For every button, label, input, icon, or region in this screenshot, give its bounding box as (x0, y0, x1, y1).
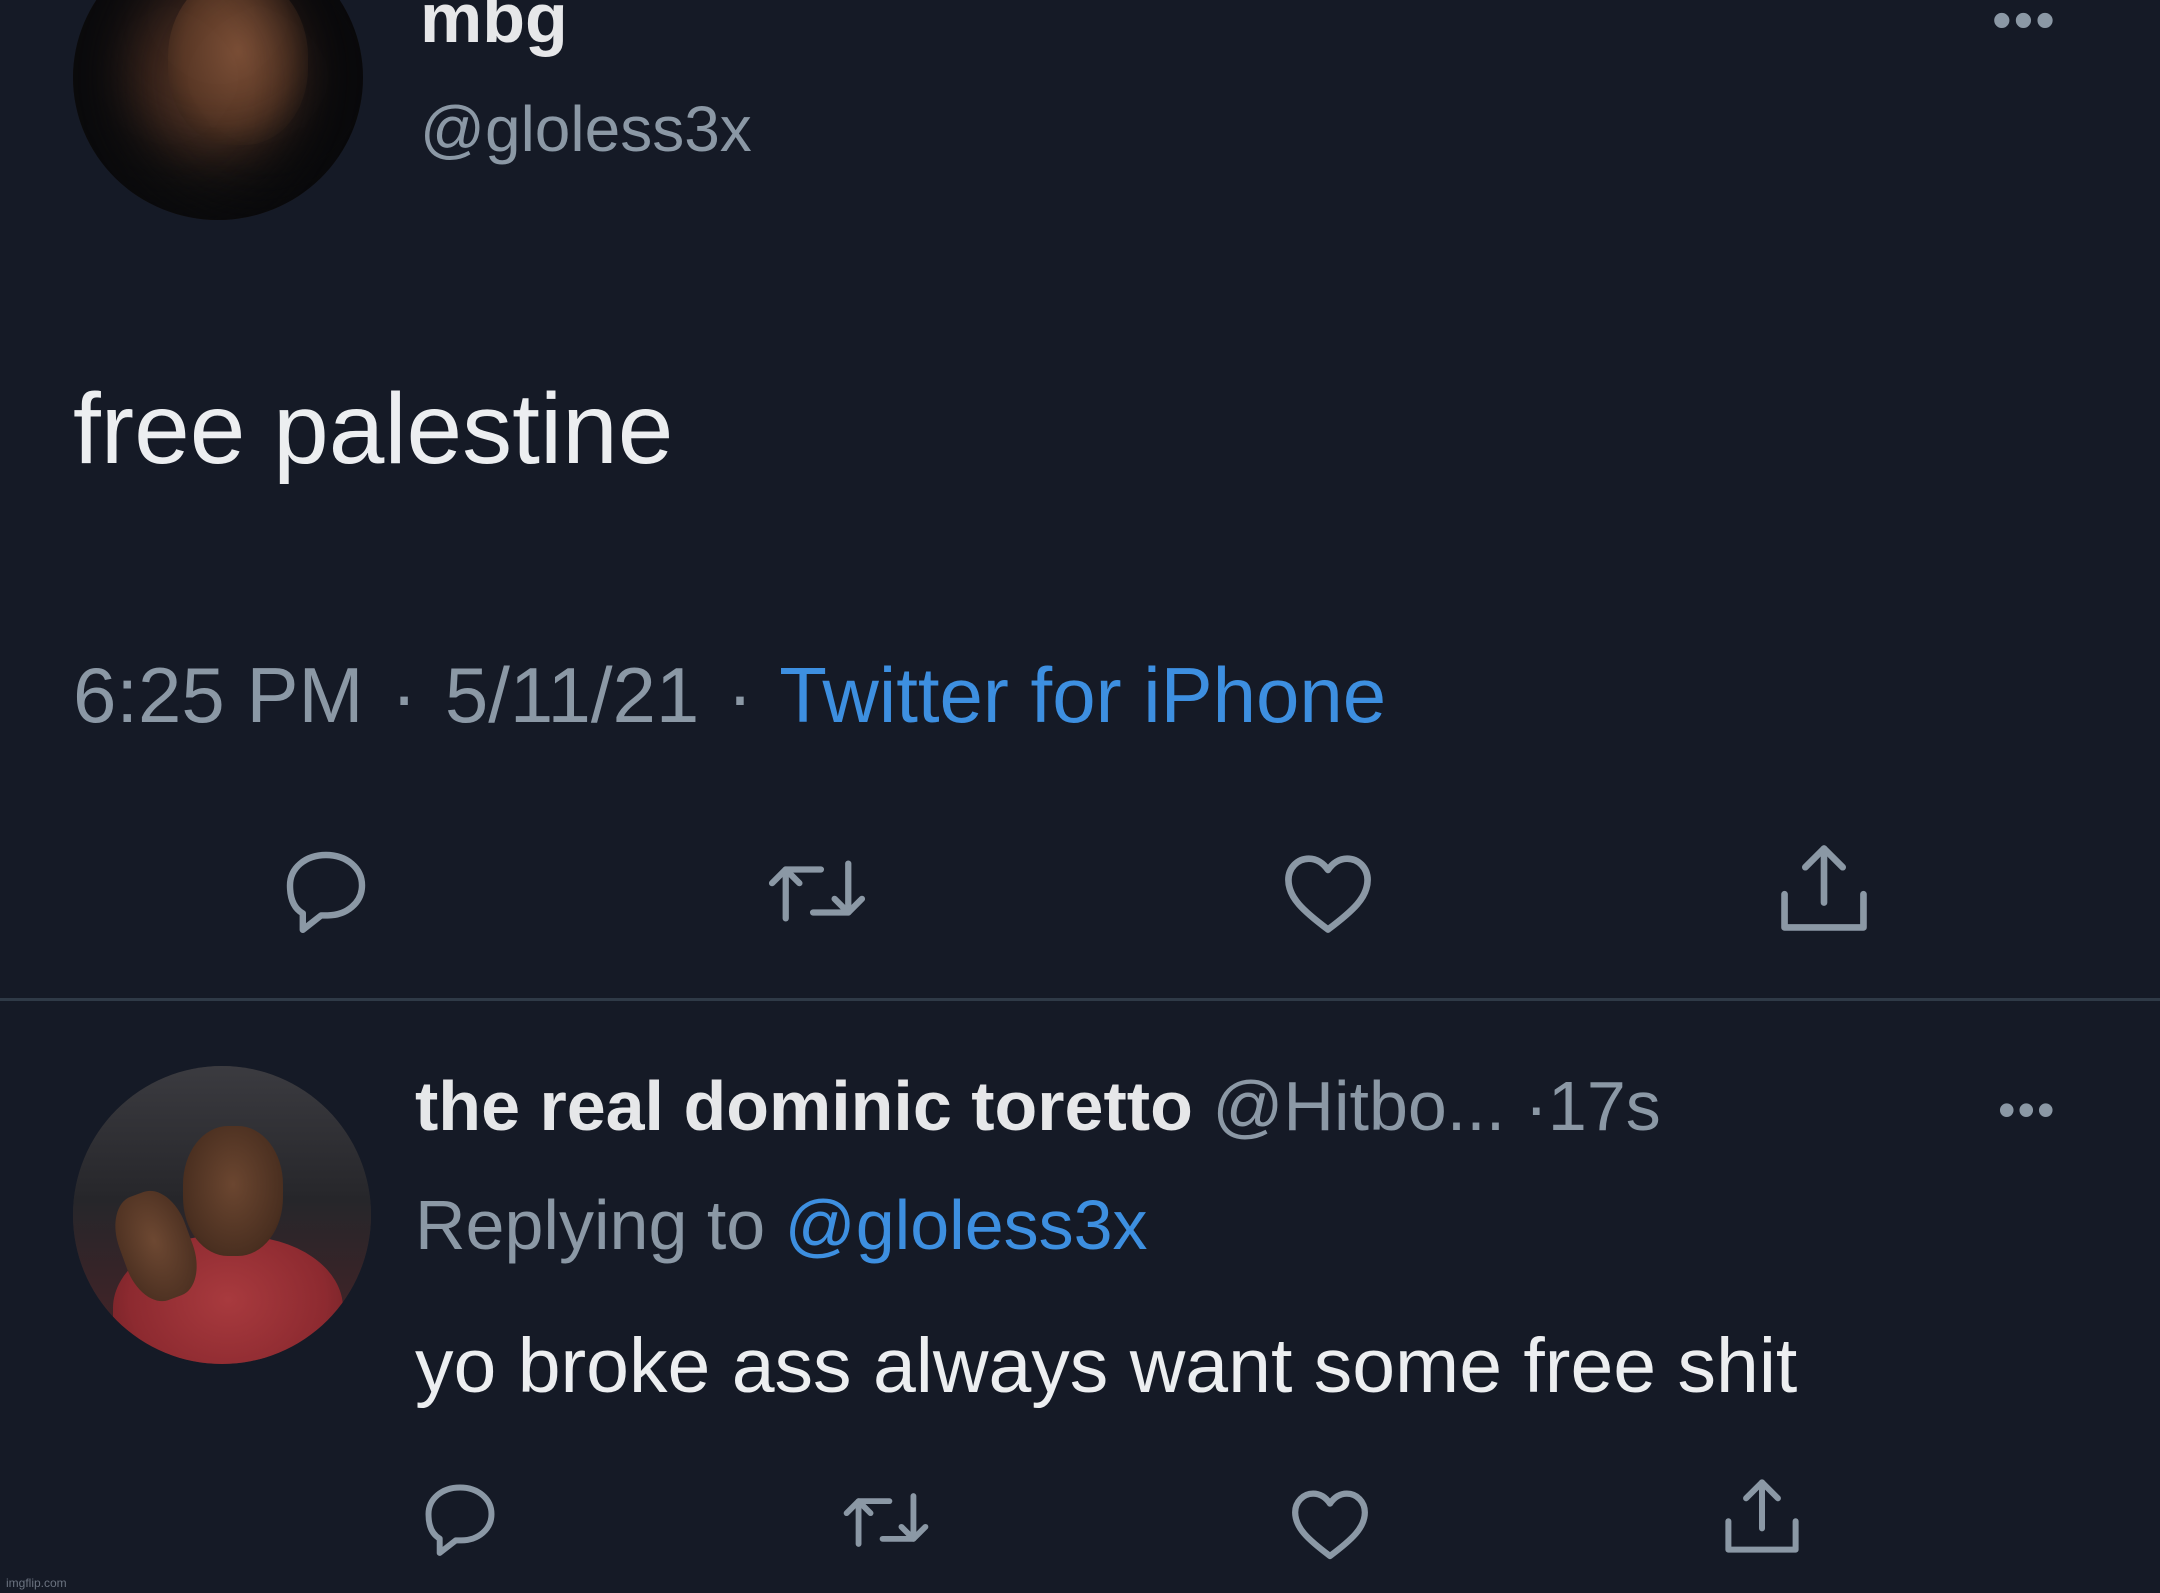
like-icon[interactable] (1286, 1484, 1374, 1562)
author-handle[interactable]: @gloless3x (420, 92, 752, 166)
retweet-icon[interactable] (838, 1482, 934, 1558)
tweet-text: free palestine (73, 373, 674, 485)
tweet-source-link[interactable]: Twitter for iPhone (779, 651, 1386, 739)
reply-icon[interactable] (278, 845, 374, 937)
retweet-icon[interactable] (762, 848, 872, 934)
more-options-icon[interactable]: ••• (1998, 1085, 2057, 1135)
reply-icon[interactable] (418, 1478, 502, 1560)
replying-to: Replying to @gloless3x (415, 1185, 1148, 1265)
twitter-thread-screen: mbg @gloless3x ••• free palestine 6:25 P… (0, 0, 2160, 1593)
meta-separator: · (726, 651, 753, 739)
reply-author-name[interactable]: the real dominic toretto (415, 1067, 1193, 1145)
avatar[interactable] (73, 0, 363, 220)
reply-author-handle[interactable]: @Hitbo... (1212, 1067, 1505, 1145)
reply-timestamp[interactable]: ·17s (1525, 1067, 1661, 1145)
watermark: imgflip.com (6, 1576, 67, 1590)
author-display-name[interactable]: mbg (420, 0, 568, 58)
more-options-icon[interactable]: ••• (1992, 0, 2057, 48)
share-icon[interactable] (1716, 1472, 1808, 1560)
avatar-face (183, 1126, 283, 1256)
meta-separator: · (391, 651, 418, 739)
reply-avatar[interactable] (73, 1066, 371, 1364)
tweet-date: 5/11/21 (444, 651, 700, 739)
replying-to-mention[interactable]: @gloless3x (785, 1186, 1148, 1264)
avatar-shade (73, 0, 363, 220)
reply-header: the real dominic toretto @Hitbo... ·17s (415, 1066, 1661, 1146)
reply-text: yo broke ass always want some free shit (415, 1323, 1798, 1409)
like-icon[interactable] (1278, 848, 1378, 936)
share-icon[interactable] (1770, 838, 1878, 938)
replying-to-label: Replying to (415, 1186, 766, 1264)
tweet-time: 6:25 PM (73, 651, 364, 739)
tweet-meta: 6:25 PM · 5/11/21 · Twitter for iPhone (73, 650, 1386, 741)
divider (0, 998, 2160, 1001)
